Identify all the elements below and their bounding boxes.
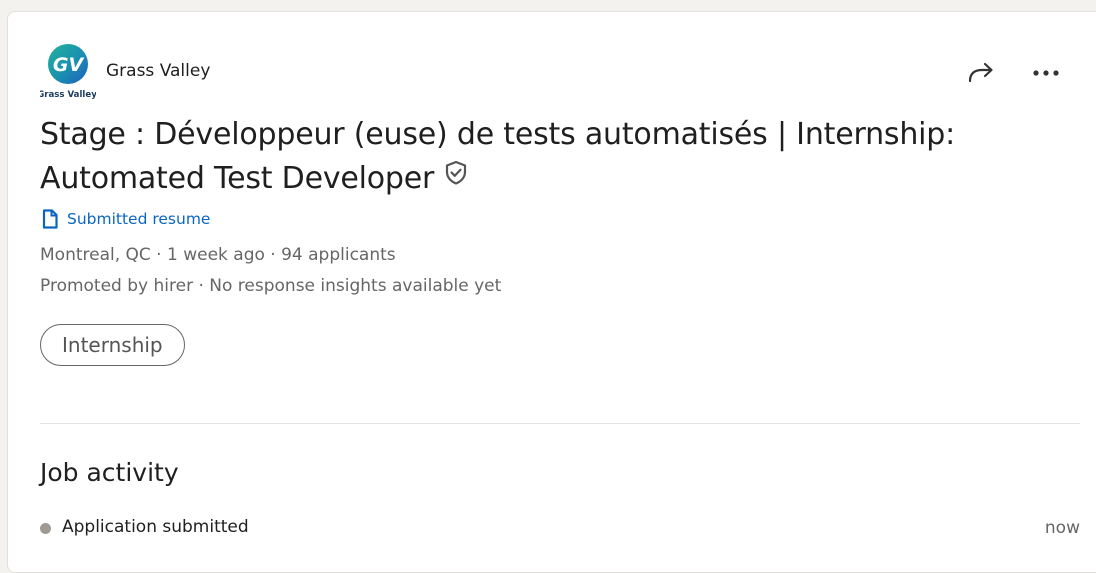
logo-wordmark: Grass Valley [40,90,96,99]
activity-dot-icon [40,523,51,534]
share-button[interactable] [960,57,1000,89]
job-location-posted-applicants: Montreal, QC · 1 week ago · 94 applicant… [40,245,396,265]
share-arrow-icon [968,62,993,83]
company-logo[interactable]: GV Grass Valley [37,43,97,100]
submitted-resume-label: Submitted resume [67,210,211,228]
ellipsis-icon [1033,70,1059,76]
section-divider [40,423,1080,424]
submitted-resume-link[interactable]: Submitted resume [42,209,210,229]
job-promotion-insights: Promoted by hirer · No response insights… [40,276,502,296]
job-title-text: Stage : Développeur (euse) de tests auto… [40,117,956,196]
activity-time: now [1044,518,1080,538]
grass-valley-logo-icon: GV Grass Valley [37,44,97,100]
verified-shield-icon[interactable] [442,156,470,200]
job-activity-heading: Job activity [40,458,179,487]
document-icon [42,209,58,229]
more-options-button[interactable] [1026,57,1066,89]
job-title: Stage : Développeur (euse) de tests auto… [40,113,1000,202]
company-name[interactable]: Grass Valley [106,61,210,81]
activity-label: Application submitted [62,517,249,537]
job-type-pill[interactable]: Internship [40,324,185,366]
logo-letters: GV [53,54,85,76]
activity-item: Application submitted now [40,517,1080,541]
